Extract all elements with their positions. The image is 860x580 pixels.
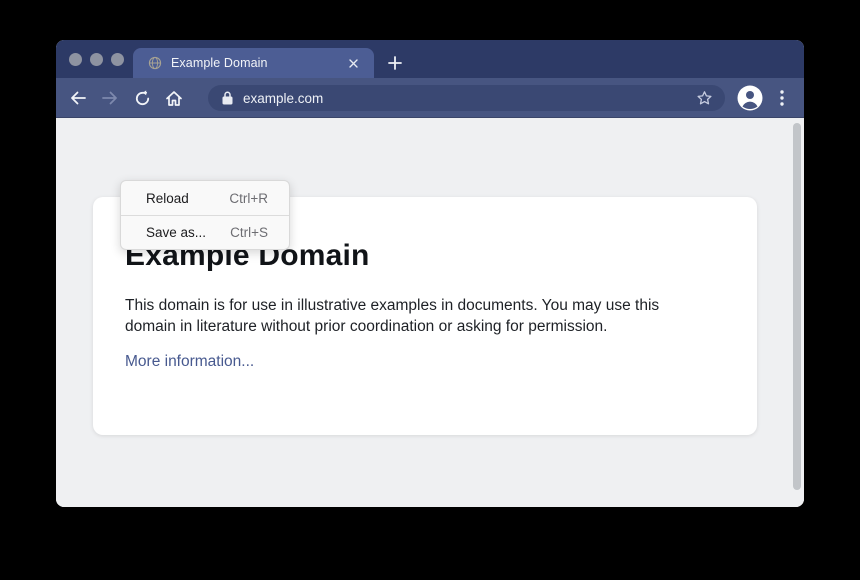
globe-favicon-icon [148,56,162,70]
reload-button[interactable] [130,86,154,110]
context-menu: Reload Ctrl+R Save as... Ctrl+S [120,180,290,250]
window-zoom-button[interactable] [111,53,124,66]
plus-icon [388,56,402,70]
kebab-menu-icon [780,90,784,106]
browser-menu-button[interactable] [772,86,792,110]
page-paragraph: This domain is for use in illustrative e… [125,295,709,338]
address-bar[interactable]: example.com [208,85,725,111]
forward-icon [101,90,119,106]
home-button[interactable] [162,86,186,110]
lock-icon [222,91,233,105]
more-information-link[interactable]: More information... [125,353,254,371]
menu-item-shortcut: Ctrl+R [229,191,268,206]
page-content: Example Domain This domain is for use in… [56,118,804,507]
address-url: example.com [243,91,696,106]
new-tab-button[interactable] [384,52,406,74]
window-minimize-button[interactable] [90,53,103,66]
avatar-icon [737,85,763,111]
tab-example-domain[interactable]: Example Domain [133,48,374,78]
titlebar: Example Domain [56,40,804,78]
star-icon[interactable] [696,90,713,107]
vertical-scrollbar[interactable] [793,123,801,490]
menu-item-shortcut: Ctrl+S [230,225,268,240]
profile-button[interactable] [737,85,763,111]
traffic-lights [69,53,124,66]
menu-item-label: Save as... [146,225,206,240]
menu-item-reload[interactable]: Reload Ctrl+R [121,181,289,215]
menu-item-save-as[interactable]: Save as... Ctrl+S [121,215,289,249]
toolbar: example.com [56,78,804,118]
window-close-button[interactable] [69,53,82,66]
browser-window: Example Domain [56,40,804,507]
back-button[interactable] [66,86,90,110]
back-icon [69,90,87,106]
menu-item-label: Reload [146,191,189,206]
reload-icon [134,90,151,107]
close-icon[interactable] [344,54,362,72]
forward-button[interactable] [98,86,122,110]
tab-title: Example Domain [171,56,344,70]
home-icon [165,90,183,107]
